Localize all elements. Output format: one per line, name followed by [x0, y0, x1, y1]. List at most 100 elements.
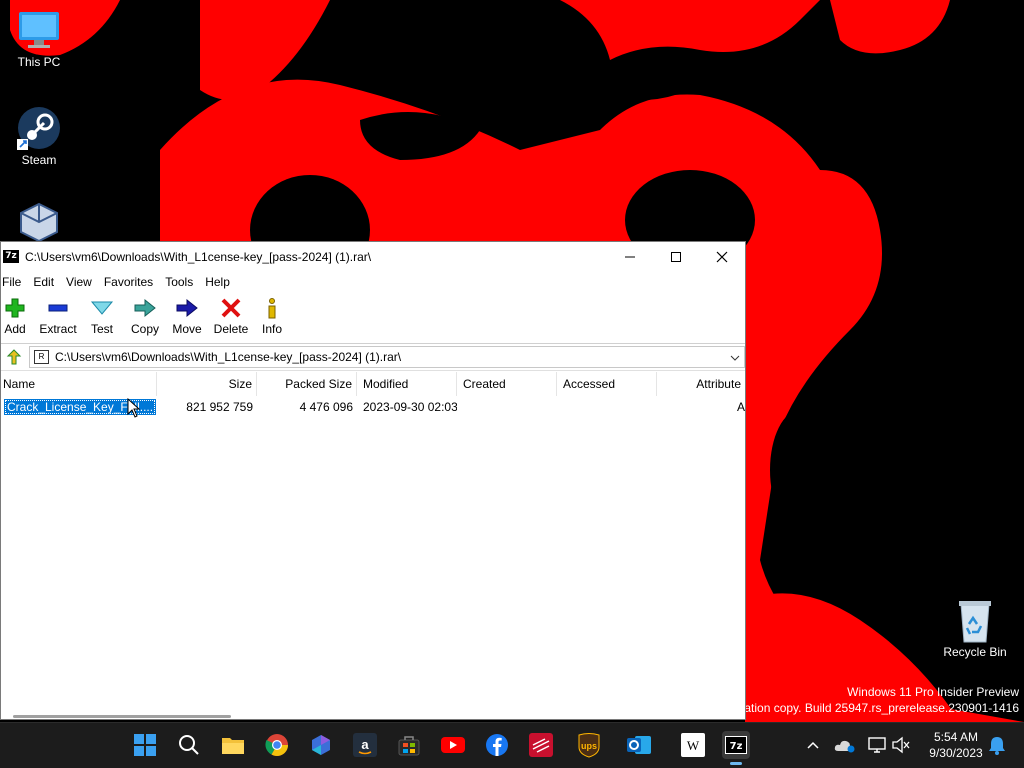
column-accessed[interactable]: Accessed	[557, 372, 657, 396]
onedrive-icon	[834, 740, 855, 753]
taskbar-facebook[interactable]	[484, 732, 510, 758]
copy-label: Copy	[130, 322, 159, 336]
menu-edit[interactable]: Edit	[33, 275, 60, 289]
start-button[interactable]	[132, 732, 158, 758]
ups-icon: ups	[578, 733, 600, 758]
amazon-icon: a	[353, 733, 377, 757]
volume-muted-icon	[892, 736, 910, 754]
copilot-icon	[312, 735, 330, 755]
column-packed-size[interactable]: Packed Size	[257, 372, 357, 396]
show-hidden-icons-button[interactable]	[800, 732, 826, 758]
up-folder-button[interactable]	[3, 347, 25, 367]
column-name[interactable]: Name	[1, 372, 157, 396]
network-tray-button[interactable]	[864, 732, 890, 758]
notifications-button[interactable]	[984, 732, 1010, 758]
7zip-window: 7z C:\Users\vm6\Downloads\With_L1cense-k…	[0, 241, 746, 720]
taskbar-ups[interactable]: ups	[576, 732, 602, 758]
archive-icon: R	[34, 350, 49, 364]
steam-icon	[17, 106, 61, 150]
info-icon	[265, 297, 279, 319]
add-button[interactable]: Add	[1, 293, 29, 343]
copy-button[interactable]: Copy	[125, 293, 165, 343]
table-row[interactable]: Crack_License_Key_Full.... 821 952 759 4…	[1, 396, 745, 418]
chrome-icon	[265, 734, 288, 756]
delete-button[interactable]: Delete	[211, 293, 251, 343]
delete-icon	[220, 297, 242, 319]
svg-text:W: W	[687, 738, 700, 753]
mouse-cursor-icon	[127, 397, 141, 423]
menu-favorites[interactable]: Favorites	[104, 275, 159, 289]
network-icon	[868, 737, 886, 753]
taskbar-outlook[interactable]	[626, 732, 652, 758]
taskbar-wikipedia[interactable]: W	[680, 732, 706, 758]
watermark-line-2: Evaluation copy. Build 25947.rs_prerelea…	[714, 701, 1019, 715]
menu-tools[interactable]: Tools	[165, 275, 199, 289]
info-button[interactable]: Info	[255, 293, 289, 343]
desktop-icon-label: Steam	[21, 153, 57, 167]
file-modified: 2023-09-30 02:03	[363, 400, 457, 414]
test-label: Test	[90, 322, 113, 336]
taskbar-copilot[interactable]	[308, 732, 334, 758]
test-button[interactable]: Test	[83, 293, 121, 343]
menu-help[interactable]: Help	[205, 275, 236, 289]
watermark-line-1: Windows 11 Pro Insider Preview	[847, 685, 1019, 699]
taskbar: a ups W 7z 5:54 AM 9/30/2023	[0, 722, 1024, 768]
facebook-icon	[486, 734, 508, 756]
recycle-bin-icon	[953, 598, 997, 643]
taskbar-chrome[interactable]	[264, 732, 290, 758]
column-modified[interactable]: Modified	[357, 372, 457, 396]
desktop-icon-recycle-bin[interactable]: Recycle Bin	[937, 598, 1013, 659]
search-button[interactable]	[176, 732, 202, 758]
taskbar-airline[interactable]	[528, 732, 554, 758]
bell-icon	[989, 737, 1005, 755]
file-packed-size: 4 476 096	[299, 400, 353, 414]
minimize-button[interactable]	[607, 242, 653, 271]
taskbar-file-explorer[interactable]	[220, 732, 246, 758]
virtualbox-icon	[17, 202, 61, 246]
info-label: Info	[261, 322, 282, 336]
move-label: Move	[172, 322, 202, 336]
extract-button[interactable]: Extract	[35, 293, 81, 343]
column-attribute[interactable]: Attribute	[657, 372, 745, 396]
file-attribute: A	[736, 400, 745, 414]
extract-label: Extract	[39, 322, 77, 336]
add-label: Add	[4, 322, 26, 336]
taskbar-7zip[interactable]: 7z	[722, 731, 750, 765]
close-button[interactable]	[699, 242, 745, 271]
7zip-app-icon: 7z	[3, 250, 19, 263]
clock-date: 9/30/2023	[929, 746, 983, 760]
search-icon	[179, 735, 199, 755]
file-explorer-icon	[222, 738, 244, 754]
volume-tray-button[interactable]	[888, 732, 914, 758]
desktop-icon-label: This PC	[17, 55, 61, 69]
toolbar: Add Extract Test Copy Move Delete Info	[1, 293, 745, 344]
window-title: C:\Users\vm6\Downloads\With_L1cense-key_…	[25, 249, 372, 264]
title-bar[interactable]: 7z C:\Users\vm6\Downloads\With_L1cense-k…	[1, 242, 745, 271]
store-icon	[398, 736, 420, 756]
windows-start-icon	[134, 734, 156, 756]
address-bar: R C:\Users\vm6\Downloads\With_L1cense-ke…	[1, 344, 745, 371]
menu-bar: File Edit View Favorites Tools Help	[1, 271, 745, 293]
menu-file[interactable]: File	[2, 275, 27, 289]
clock[interactable]: 5:54 AM 9/30/2023	[920, 729, 992, 761]
desktop-icon-steam[interactable]: Steam	[1, 106, 77, 167]
chevron-down-icon[interactable]	[726, 350, 744, 364]
file-size: 821 952 759	[186, 400, 253, 414]
onedrive-tray-button[interactable]	[832, 732, 858, 758]
outlook-icon	[627, 736, 651, 754]
taskbar-youtube[interactable]	[440, 732, 466, 758]
wikipedia-icon: W	[681, 733, 705, 757]
taskbar-store[interactable]	[396, 732, 422, 758]
column-created[interactable]: Created	[457, 372, 557, 396]
horizontal-scrollbar[interactable]	[13, 715, 231, 718]
column-size[interactable]: Size	[157, 372, 257, 396]
desktop-icon-this-pc[interactable]: This PC	[1, 8, 77, 69]
menu-view[interactable]: View	[66, 275, 98, 289]
svg-text:7z: 7z	[730, 741, 743, 752]
taskbar-amazon[interactable]: a	[352, 732, 378, 758]
copy-icon	[133, 297, 157, 319]
address-path: C:\Users\vm6\Downloads\With_L1cense-key_…	[55, 350, 402, 364]
maximize-button[interactable]	[653, 242, 699, 271]
move-button[interactable]: Move	[167, 293, 207, 343]
address-field[interactable]: R C:\Users\vm6\Downloads\With_L1cense-ke…	[29, 346, 745, 368]
